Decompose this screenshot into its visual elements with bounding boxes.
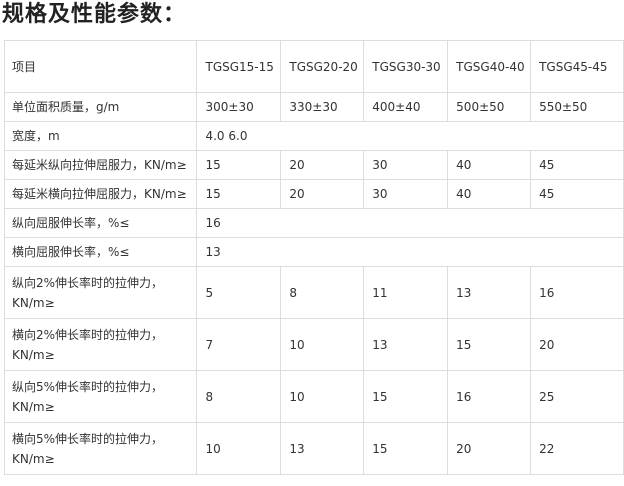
table-cell: 20	[280, 150, 365, 180]
table-cell: 20	[280, 179, 365, 209]
header-cell: TGSG20-20	[280, 40, 365, 93]
table-cell: 13	[363, 318, 449, 371]
row-label: 横向5%伸长率时的拉伸力，KN/m≥	[3, 422, 198, 475]
table-cell: 5	[196, 266, 282, 319]
table-row: 横向5%伸长率时的拉伸力，KN/m≥ 10 13 15 20 22	[3, 422, 624, 475]
header-cell: TGSG30-30	[363, 40, 449, 93]
table-cell: 15	[447, 318, 532, 371]
table-cell: 13	[447, 266, 532, 319]
table-cell: 25	[530, 370, 624, 423]
table-cell: 20	[447, 422, 532, 475]
row-label: 每延米纵向拉伸屈服力，KN/m≥	[3, 150, 198, 180]
header-label-cell: 项目	[3, 40, 198, 93]
table-row: 每延米横向拉伸屈服力，KN/m≥ 15 20 30 40 45	[3, 179, 624, 209]
table-cell: 30	[363, 179, 449, 209]
table-cell: 400±40	[363, 92, 449, 122]
table-cell: 40	[447, 179, 532, 209]
row-label: 横向2%伸长率时的拉伸力，KN/m≥	[3, 318, 198, 371]
header-cell: TGSG45-45	[530, 40, 624, 93]
table-cell: 45	[530, 150, 624, 180]
table-cell: 550±50	[530, 92, 624, 122]
table-cell: 20	[530, 318, 624, 371]
table-cell: 8	[196, 370, 282, 423]
row-label: 宽度，m	[3, 121, 198, 151]
table-cell: 500±50	[447, 92, 532, 122]
table-header-row: 项目 TGSG15-15 TGSG20-20 TGSG30-30 TGSG40-…	[3, 40, 624, 93]
table-cell-merged: 13	[196, 237, 624, 267]
table-cell: 10	[280, 370, 365, 423]
table-row: 每延米纵向拉伸屈服力，KN/m≥ 15 20 30 40 45	[3, 150, 624, 180]
table-cell: 22	[530, 422, 624, 475]
row-label: 单位面积质量，g/m	[3, 92, 198, 122]
table-cell-merged: 4.0 6.0	[196, 121, 624, 151]
table-cell: 16	[447, 370, 532, 423]
table-cell: 8	[280, 266, 365, 319]
table-cell: 15	[363, 370, 449, 423]
table-cell: 330±30	[280, 92, 365, 122]
row-label: 纵向屈服伸长率，%≤	[3, 208, 198, 238]
header-cell: TGSG40-40	[447, 40, 532, 93]
row-label: 每延米横向拉伸屈服力，KN/m≥	[3, 179, 198, 209]
table-cell: 15	[363, 422, 449, 475]
row-label: 纵向5%伸长率时的拉伸力，KN/m≥	[3, 370, 198, 423]
table-cell: 40	[447, 150, 532, 180]
spec-table: 项目 TGSG15-15 TGSG20-20 TGSG30-30 TGSG40-…	[3, 40, 624, 475]
table-cell: 15	[196, 179, 282, 209]
table-cell: 16	[530, 266, 624, 319]
table-cell: 300±30	[196, 92, 282, 122]
table-row: 纵向5%伸长率时的拉伸力，KN/m≥ 8 10 15 16 25	[3, 370, 624, 423]
table-row: 横向2%伸长率时的拉伸力，KN/m≥ 7 10 13 15 20	[3, 318, 624, 371]
table-cell: 11	[363, 266, 449, 319]
page-title: 规格及性能参数：	[2, 2, 187, 27]
table-cell: 10	[280, 318, 365, 371]
table-cell: 45	[530, 179, 624, 209]
row-label: 横向屈服伸长率，%≤	[3, 237, 198, 267]
table-cell-merged: 16	[196, 208, 624, 238]
table-cell: 10	[196, 422, 282, 475]
table-cell: 13	[280, 422, 365, 475]
header-cell: TGSG15-15	[196, 40, 282, 93]
table-row: 宽度，m 4.0 6.0	[3, 121, 624, 151]
table-row: 横向屈服伸长率，%≤ 13	[3, 237, 624, 267]
table-row: 纵向2%伸长率时的拉伸力，KN/m≥ 5 8 11 13 16	[3, 266, 624, 319]
table-cell: 15	[196, 150, 282, 180]
table-row: 单位面积质量，g/m 300±30 330±30 400±40 500±50 5…	[3, 92, 624, 122]
table-cell: 30	[363, 150, 449, 180]
table-cell: 7	[196, 318, 282, 371]
table-row: 纵向屈服伸长率，%≤ 16	[3, 208, 624, 238]
row-label: 纵向2%伸长率时的拉伸力，KN/m≥	[3, 266, 198, 319]
